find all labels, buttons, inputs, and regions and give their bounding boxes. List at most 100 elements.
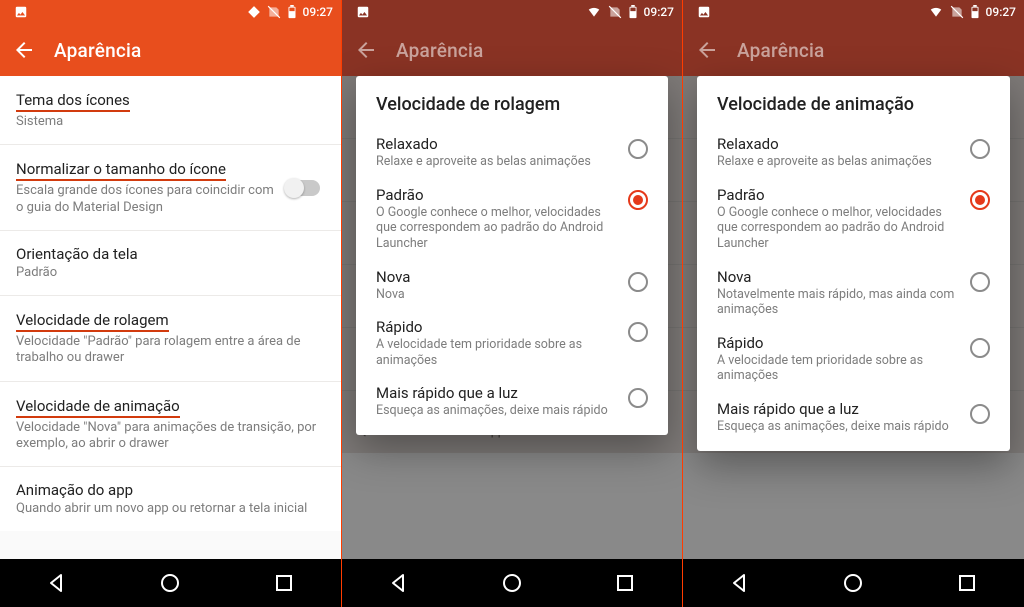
screen-animation-speed-dialog: 09:27 Aparência TS NE OP VV VV Animação … xyxy=(682,0,1024,607)
app-bar: Aparência xyxy=(683,24,1024,76)
option-title: Nova xyxy=(376,268,618,286)
setting-sub: Sistema xyxy=(16,114,325,130)
option-title: Padrão xyxy=(717,186,960,204)
setting-sub: Velocidade "Nova" para animações de tran… xyxy=(16,420,325,453)
option-title: Mais rápido que a luz xyxy=(717,400,960,418)
setting-sub: Escala grande dos ícones para coincidir … xyxy=(16,183,281,216)
setting-title: Normalizar o tamanho do ícone xyxy=(16,160,226,181)
option-nova[interactable]: NovaNotavelmente mais rápido, mas ainda … xyxy=(697,260,1010,326)
option-sub: Esqueça as animações, deixe mais rápido xyxy=(376,403,618,419)
option-faster-than-light[interactable]: Mais rápido que a luzEsqueça as animaçõe… xyxy=(356,376,668,427)
option-title: Relaxado xyxy=(376,135,618,153)
battery-icon xyxy=(970,5,980,19)
battery-icon xyxy=(628,5,638,19)
battery-icon xyxy=(287,5,297,19)
nav-home-icon[interactable] xyxy=(158,571,182,595)
option-default[interactable]: PadrãoO Google conhece o melhor, velocid… xyxy=(697,178,1010,260)
nav-home-icon[interactable] xyxy=(841,571,865,595)
setting-sub: Velocidade "Padrão" para rolagem entre a… xyxy=(16,334,325,367)
option-faster-than-light[interactable]: Mais rápido que a luzEsqueça as animaçõe… xyxy=(697,392,1010,443)
setting-screen-orientation[interactable]: Orientação da tela Padrão xyxy=(0,231,341,296)
no-sim-icon xyxy=(267,5,281,19)
setting-title: Tema dos ícones xyxy=(16,91,130,112)
option-title: Mais rápido que a luz xyxy=(376,384,618,402)
setting-sub: Quando abrir um novo app ou retornar a t… xyxy=(16,501,325,517)
option-sub: Relaxe e aproveite as belas animações xyxy=(717,154,960,170)
radio-icon[interactable] xyxy=(970,404,990,424)
setting-sub: Padrão xyxy=(16,265,325,281)
nav-home-icon[interactable] xyxy=(500,571,524,595)
back-icon[interactable] xyxy=(695,38,719,62)
setting-app-animation[interactable]: Animação do app Quando abrir um novo app … xyxy=(0,467,341,531)
radio-icon[interactable] xyxy=(970,139,990,159)
screen-appearance-list: 09:27 Aparência Tema dos ícones Sistema N… xyxy=(0,0,341,607)
option-sub: O Google conhece o melhor, velocidades q… xyxy=(717,205,960,252)
nav-bar xyxy=(683,559,1024,607)
settings-list: Tema dos ícones Sistema Normalizar o tama… xyxy=(0,76,341,531)
option-relaxed[interactable]: RelaxadoRelaxe e aproveite as belas anim… xyxy=(356,127,668,178)
radio-icon[interactable] xyxy=(628,322,648,342)
option-default[interactable]: PadrãoO Google conhece o melhor, velocid… xyxy=(356,178,668,260)
radio-icon[interactable] xyxy=(628,272,648,292)
back-icon[interactable] xyxy=(354,38,378,62)
setting-scroll-speed[interactable]: Velocidade de rolagemVelocidade "Padrão"… xyxy=(0,296,341,382)
page-title: Aparência xyxy=(737,39,824,62)
status-bar: 09:27 xyxy=(0,0,341,24)
no-sim-icon xyxy=(950,5,964,19)
setting-title: Orientação da tela xyxy=(16,245,325,263)
option-fast[interactable]: RápidoA velocidade tem prioridade sobre … xyxy=(356,310,668,376)
setting-animation-speed[interactable]: Velocidade de animaçãoVelocidade "Nova" … xyxy=(0,382,341,468)
setting-title: Animação do app xyxy=(16,481,325,499)
diamond-icon xyxy=(247,5,261,19)
dialog-scroll-speed: Velocidade de rolagem RelaxadoRelaxe e a… xyxy=(356,76,668,435)
clock-text: 09:27 xyxy=(303,5,333,19)
option-fast[interactable]: RápidoA velocidade tem prioridade sobre … xyxy=(697,326,1010,392)
radio-icon[interactable] xyxy=(970,190,990,210)
clock-text: 09:27 xyxy=(644,5,674,19)
setting-title: Velocidade de animação xyxy=(16,397,180,418)
option-title: Relaxado xyxy=(717,135,960,153)
radio-icon[interactable] xyxy=(628,388,648,408)
nav-back-icon[interactable] xyxy=(45,571,69,595)
option-sub: Relaxe e aproveite as belas animações xyxy=(376,154,618,170)
option-nova[interactable]: NovaNova xyxy=(356,260,668,311)
option-title: Rápido xyxy=(717,334,960,352)
nav-recent-icon[interactable] xyxy=(272,571,296,595)
radio-icon[interactable] xyxy=(628,190,648,210)
nav-recent-icon[interactable] xyxy=(613,571,637,595)
dialog-title: Velocidade de rolagem xyxy=(356,76,668,127)
status-bar: 09:27 xyxy=(683,0,1024,24)
nav-back-icon[interactable] xyxy=(387,571,411,595)
nav-back-icon[interactable] xyxy=(728,571,752,595)
app-bar: Aparência xyxy=(0,24,341,76)
option-title: Rápido xyxy=(376,318,618,336)
option-title: Nova xyxy=(717,268,960,286)
back-icon[interactable] xyxy=(12,38,36,62)
page-title: Aparência xyxy=(54,39,141,62)
nav-recent-icon[interactable] xyxy=(955,571,979,595)
radio-icon[interactable] xyxy=(970,338,990,358)
option-relaxed[interactable]: RelaxadoRelaxe e aproveite as belas anim… xyxy=(697,127,1010,178)
option-sub: A velocidade tem prioridade sobre as ani… xyxy=(717,353,960,384)
option-sub: O Google conhece o melhor, velocidades q… xyxy=(376,205,618,252)
option-sub: Esqueça as animações, deixe mais rápido xyxy=(717,419,960,435)
screen-scroll-speed-dialog: 09:27 Aparência TS NE OP VV VV Animação … xyxy=(341,0,682,607)
dialog-title: Velocidade de animação xyxy=(697,76,1010,127)
setting-title: Velocidade de rolagem xyxy=(16,311,169,332)
nav-bar xyxy=(342,559,682,607)
app-bar: Aparência xyxy=(342,24,682,76)
radio-icon[interactable] xyxy=(628,139,648,159)
setting-normalize-icon-size[interactable]: Normalizar o tamanho do íconeEscala gran… xyxy=(0,145,341,231)
option-sub: A velocidade tem prioridade sobre as ani… xyxy=(376,337,618,368)
wifi-icon xyxy=(586,5,602,19)
toggle-switch[interactable] xyxy=(286,180,320,196)
dialog-animation-speed: Velocidade de animação RelaxadoRelaxe e … xyxy=(697,76,1010,451)
option-sub: Notavelmente mais rápido, mas ainda com … xyxy=(717,287,960,318)
image-icon xyxy=(356,5,370,19)
no-sim-icon xyxy=(608,5,622,19)
page-title: Aparência xyxy=(396,39,483,62)
radio-icon[interactable] xyxy=(970,272,990,292)
setting-icon-theme[interactable]: Tema dos ícones Sistema xyxy=(0,76,341,145)
image-icon xyxy=(697,5,711,19)
nav-bar xyxy=(0,559,341,607)
